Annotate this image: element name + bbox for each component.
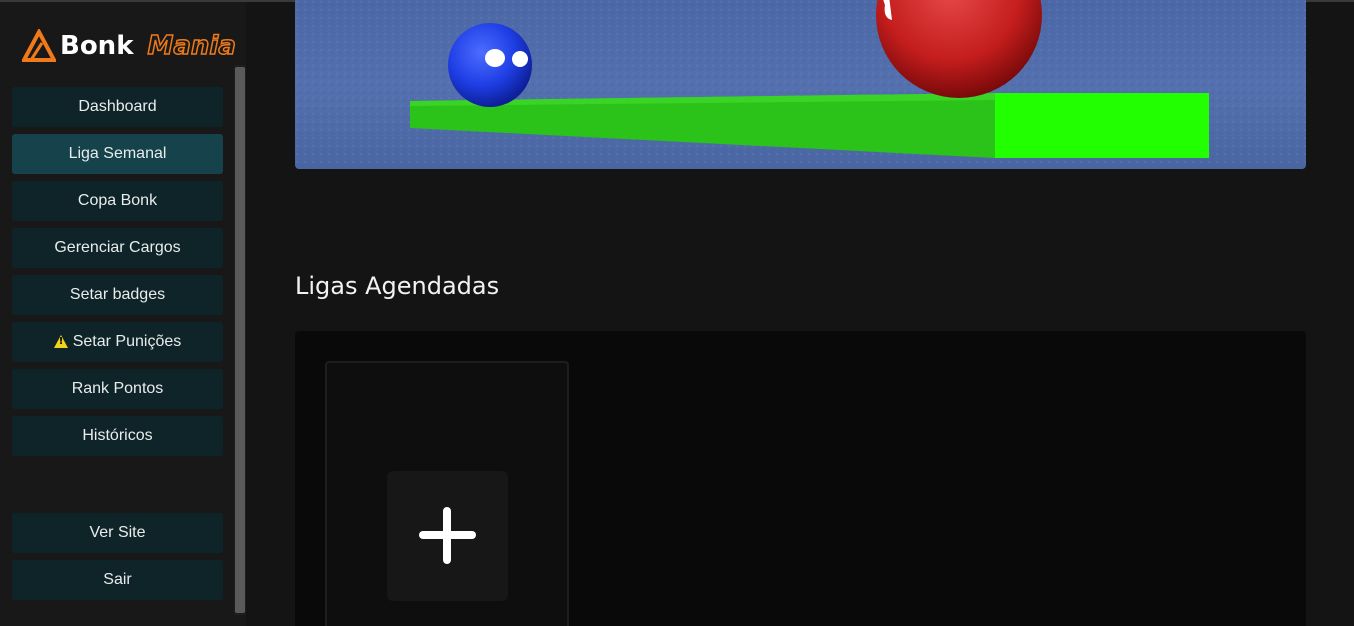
sidebar-item-copa-bonk[interactable]: Copa Bonk xyxy=(12,181,223,221)
sidebar-item-rank-pontos[interactable]: Rank Pontos xyxy=(12,369,223,409)
logo-text-mania: Mania xyxy=(147,30,237,62)
banner-illustration xyxy=(295,0,1306,169)
sidebar-item-setar-punicoes[interactable]: Setar Punições xyxy=(12,322,223,362)
logo-icon xyxy=(22,29,56,62)
sidebar-item-gerenciar-cargos[interactable]: Gerenciar Cargos xyxy=(12,228,223,268)
logo-text-bonk: Bonk xyxy=(60,31,134,61)
sidebar-item-label: Rank Pontos xyxy=(71,380,164,397)
app-window: Bonk Mania Dashboard Liga Semanal Copa B… xyxy=(0,0,1354,626)
sidebar-item-label: Liga Semanal xyxy=(68,145,167,162)
sidebar-item-label: Dashboard xyxy=(78,98,157,115)
warning-icon xyxy=(53,334,68,348)
banner-image xyxy=(295,0,1306,169)
sidebar-item-label: Setar Punições xyxy=(72,333,182,350)
sidebar-item-label: Copa Bonk xyxy=(77,192,158,209)
sidebar-item-dashboard[interactable]: Dashboard xyxy=(12,87,223,127)
sidebar-item-label: Gerenciar Cargos xyxy=(54,239,181,256)
sidebar-item-label: Sair xyxy=(103,571,132,588)
page-title: Ligas Agendadas xyxy=(295,272,500,300)
sidebar-item-label: Setar badges xyxy=(69,286,166,303)
plus-icon-horizontal xyxy=(419,531,476,539)
sidebar-item-label: Ver Site xyxy=(89,524,146,541)
sidebar-item-label: Históricos xyxy=(82,427,153,444)
sidebar-item-setar-badges[interactable]: Setar badges xyxy=(12,275,223,315)
sidebar-scrollbar-thumb[interactable] xyxy=(235,67,245,613)
sidebar-item-historicos[interactable]: Históricos xyxy=(12,416,223,456)
logo[interactable]: Bonk Mania xyxy=(22,26,237,66)
sair-button[interactable]: Sair xyxy=(12,560,223,600)
ver-site-button[interactable]: Ver Site xyxy=(12,513,223,553)
sidebar-item-liga-semanal[interactable]: Liga Semanal xyxy=(12,134,223,174)
